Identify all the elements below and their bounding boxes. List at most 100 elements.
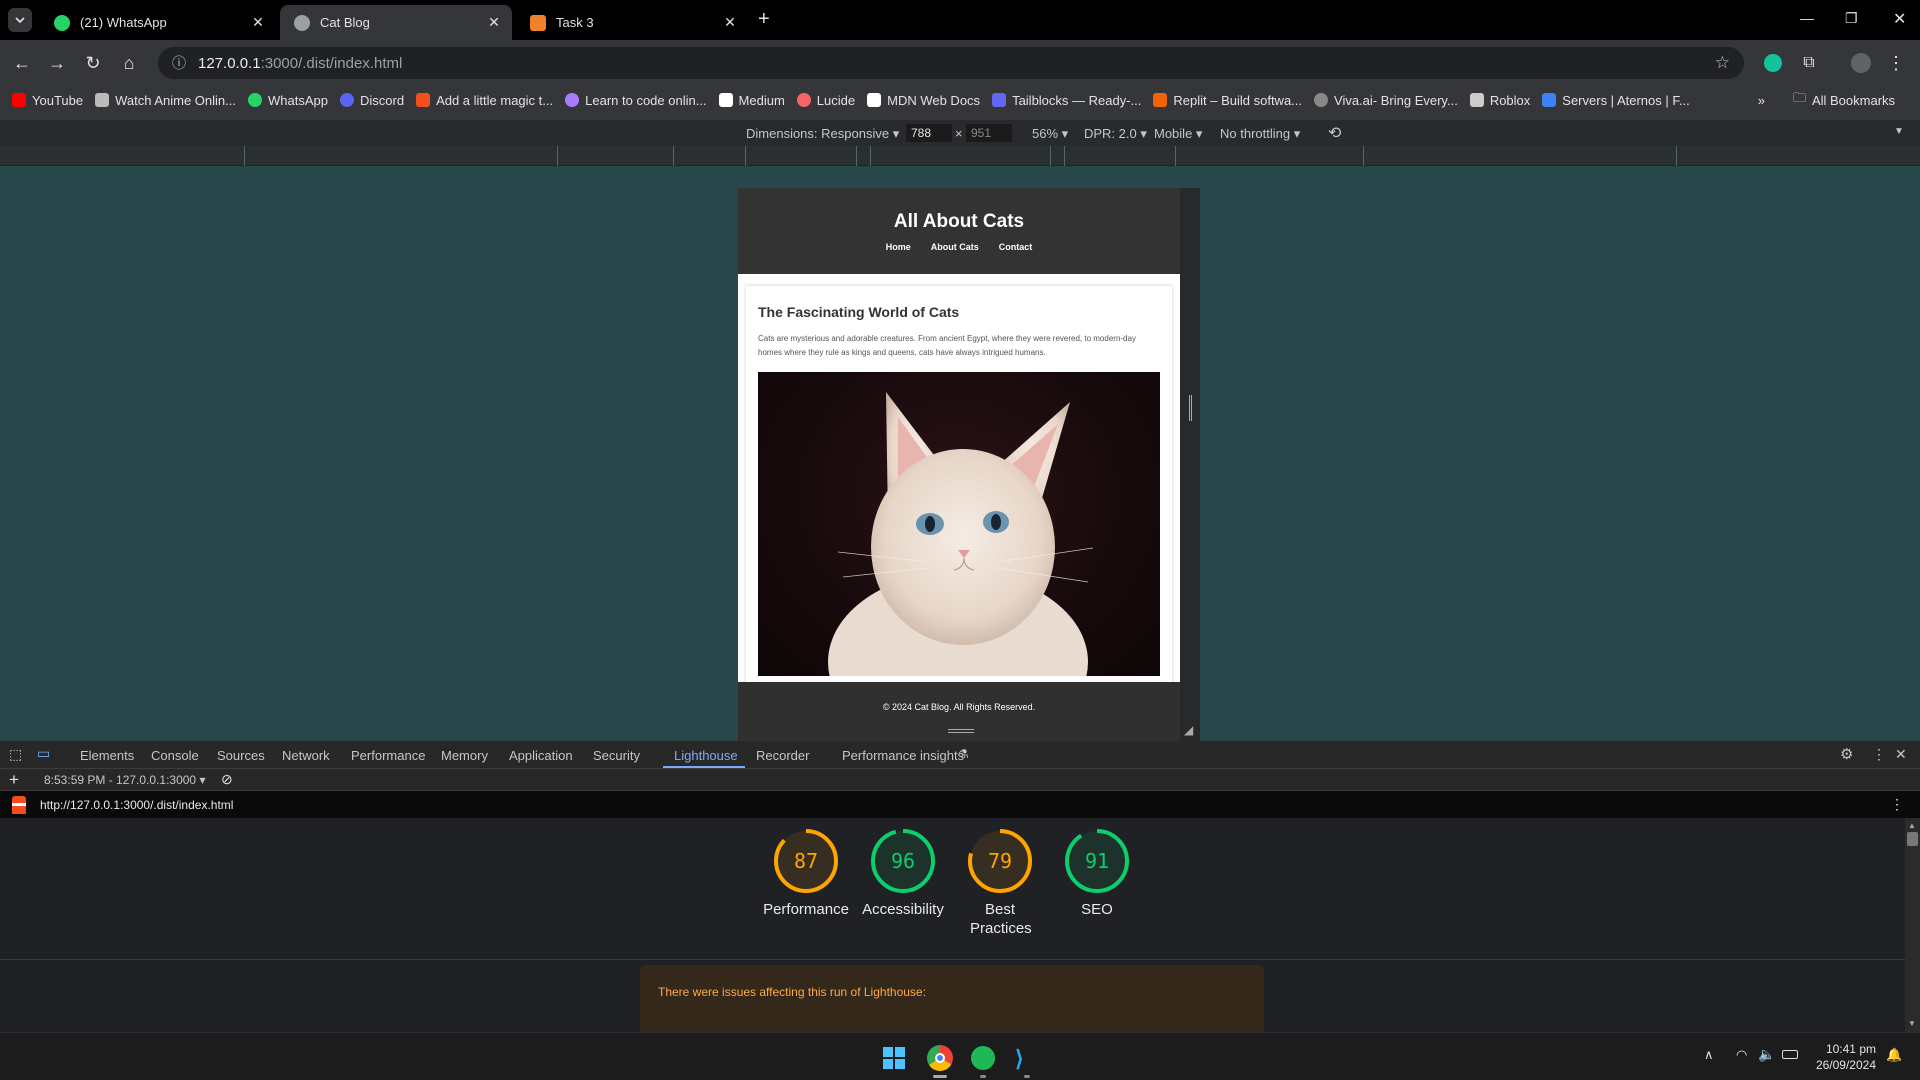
device-resize-handle-right[interactable] xyxy=(1180,188,1200,741)
report-run-selector[interactable]: 8:53:59 PM - 127.0.0.1:3000 ▾ xyxy=(44,773,205,787)
site-info-icon[interactable]: ⓘ xyxy=(172,53,186,73)
restore-button[interactable]: ❐ xyxy=(1845,10,1858,27)
back-button[interactable]: ← xyxy=(9,50,35,76)
dpr-dropdown[interactable]: DPR: 2.0 ▾ xyxy=(1084,126,1147,142)
grammarly-extension-icon[interactable] xyxy=(1760,50,1786,76)
tab-performance-insights[interactable]: Performance insights xyxy=(842,748,964,763)
bookmark-lucide[interactable]: Lucide xyxy=(796,93,855,108)
rotate-icon[interactable]: ⟲ xyxy=(1328,123,1341,143)
nav-link-contact[interactable]: Contact xyxy=(999,242,1033,252)
tailblocks-icon xyxy=(992,93,1007,107)
tab-lighthouse[interactable]: Lighthouse xyxy=(674,748,738,763)
devtools-menu-icon[interactable]: ⋮ xyxy=(1872,746,1886,763)
zoom-dropdown[interactable]: 56% ▾ xyxy=(1032,126,1068,142)
clock[interactable]: 10:41 pm 26/09/2024 xyxy=(1812,1041,1876,1073)
forward-button[interactable]: → xyxy=(44,50,70,76)
scroll-thumb[interactable] xyxy=(1907,832,1918,846)
new-report-plus-icon[interactable]: + xyxy=(9,770,19,790)
lighthouse-toolbar: + 8:53:59 PM - 127.0.0.1:3000 ▾ ⊘ xyxy=(0,769,1920,791)
resize-corner-icon[interactable]: ◢ xyxy=(1184,723,1193,737)
bookmark-replit[interactable]: Replit – Build softwa... xyxy=(1153,93,1302,108)
gauge-seo[interactable]: 91 SEO xyxy=(1049,828,1145,919)
bookmark-learn-code[interactable]: Learn to code onlin... xyxy=(565,93,707,108)
run-selector-label: 8:53:59 PM - 127.0.0.1:3000 xyxy=(44,773,197,787)
bookmark-anime[interactable]: Watch Anime Onlin... xyxy=(95,93,236,108)
close-tab-icon[interactable]: ✕ xyxy=(484,14,504,31)
notification-bell-icon[interactable]: 🔔 xyxy=(1886,1047,1902,1063)
close-devtools-icon[interactable]: ✕ xyxy=(1895,746,1907,763)
dimensions-dropdown[interactable]: Dimensions: Responsive ▾ xyxy=(746,126,899,142)
wifi-icon[interactable]: ◠ xyxy=(1736,1047,1747,1063)
close-tab-icon[interactable]: ✕ xyxy=(720,14,740,31)
all-bookmarks-button[interactable]: 🗀 All Bookmarks xyxy=(1793,89,1895,111)
nav-link-home[interactable]: Home xyxy=(886,242,911,252)
report-menu-icon[interactable]: ⋮ xyxy=(1890,796,1904,813)
menu-kebab-icon[interactable]: ⋮ xyxy=(1883,50,1909,76)
tab-application[interactable]: Application xyxy=(509,748,573,763)
throttling-dropdown[interactable]: No throttling ▾ xyxy=(1220,126,1300,142)
bookmark-discord[interactable]: Discord xyxy=(339,93,404,108)
tab-performance[interactable]: Performance xyxy=(351,748,425,763)
clear-reports-icon[interactable]: ⊘ xyxy=(221,771,233,788)
ruler-tick xyxy=(1064,146,1065,166)
extensions-icon[interactable]: ⧉ xyxy=(1796,50,1822,76)
chrome-taskbar-icon[interactable] xyxy=(927,1045,953,1071)
device-toggle-icon[interactable]: ▭ xyxy=(37,745,50,762)
code-icon xyxy=(565,93,580,107)
tab-recorder[interactable]: Recorder xyxy=(756,748,809,763)
tab-console[interactable]: Console xyxy=(151,748,199,763)
minimize-button[interactable]: — xyxy=(1800,10,1814,26)
bookmark-viva[interactable]: Viva.ai- Bring Every... xyxy=(1314,93,1458,108)
tab-network[interactable]: Network xyxy=(282,748,330,763)
home-button[interactable]: ⌂ xyxy=(116,50,142,76)
bookmark-star-icon[interactable]: ☆ xyxy=(1715,53,1730,73)
chrome-running-indicator xyxy=(933,1075,947,1078)
vscode-taskbar-icon[interactable]: ⟩ xyxy=(1015,1046,1024,1072)
viewport-width-input[interactable] xyxy=(906,124,952,142)
new-tab-button[interactable]: + xyxy=(758,8,770,31)
battery-icon[interactable] xyxy=(1782,1050,1798,1059)
tab-task-3[interactable]: Task 3 ✕ xyxy=(516,5,748,40)
windows-start-icon[interactable] xyxy=(883,1047,905,1069)
tray-overflow-chevron-icon[interactable]: ∧ xyxy=(1704,1047,1714,1063)
bookmark-mdn[interactable]: MDN Web Docs xyxy=(867,93,980,108)
score-ring: 91 xyxy=(1065,829,1129,893)
viewport-height-input[interactable] xyxy=(966,124,1012,142)
report-scrollbar[interactable]: ▲ ▼ xyxy=(1905,818,1920,1032)
bookmark-aternos[interactable]: Servers | Aternos | F... xyxy=(1542,93,1690,108)
tab-sources[interactable]: Sources xyxy=(217,748,265,763)
volume-icon[interactable]: 🔈 xyxy=(1758,1046,1775,1063)
nav-link-about-cats[interactable]: About Cats xyxy=(931,242,979,252)
scroll-down-arrow-icon[interactable]: ▼ xyxy=(1908,1019,1916,1028)
gauge-performance[interactable]: 87 Performance xyxy=(758,828,854,919)
gauge-accessibility[interactable]: 96 Accessibility xyxy=(855,828,951,919)
tab-elements[interactable]: Elements xyxy=(80,748,134,763)
gauge-best-practices[interactable]: 79 Best Practices xyxy=(952,828,1048,938)
device-type-dropdown[interactable]: Mobile ▾ xyxy=(1154,126,1202,142)
profile-avatar[interactable] xyxy=(1848,50,1874,76)
settings-gear-icon[interactable]: ⚙ xyxy=(1840,745,1853,763)
report-url[interactable]: http://127.0.0.1:3000/.dist/index.html xyxy=(40,798,233,812)
bookmark-figma[interactable]: Add a little magic t... xyxy=(416,93,553,108)
more-bookmarks-chevron-icon[interactable]: » xyxy=(1758,93,1765,108)
tab-whatsapp[interactable]: (21) WhatsApp ✕ xyxy=(40,5,276,40)
inspect-element-icon[interactable]: ⬚ xyxy=(9,746,22,763)
more-options-chevron-icon[interactable]: ▼ xyxy=(1894,126,1904,137)
device-resize-handle-bottom[interactable] xyxy=(948,729,974,733)
tab-memory[interactable]: Memory xyxy=(441,748,488,763)
close-tab-icon[interactable]: ✕ xyxy=(248,14,268,31)
spotify-taskbar-icon[interactable] xyxy=(971,1046,995,1070)
tab-search-button[interactable] xyxy=(8,8,32,32)
bookmark-whatsapp[interactable]: WhatsApp xyxy=(248,93,328,108)
bookmark-youtube[interactable]: YouTube xyxy=(12,93,83,108)
active-tab-underline xyxy=(663,766,745,768)
tab-security[interactable]: Security xyxy=(593,748,640,763)
bookmark-tailblocks[interactable]: Tailblocks — Ready-... xyxy=(992,93,1141,108)
tab-cat-blog[interactable]: Cat Blog ✕ xyxy=(280,5,512,40)
reload-button[interactable]: ↻ xyxy=(80,50,106,76)
scroll-up-arrow-icon[interactable]: ▲ xyxy=(1908,821,1916,830)
close-window-button[interactable]: ✕ xyxy=(1893,9,1906,29)
bookmark-roblox[interactable]: Roblox xyxy=(1469,93,1530,108)
address-bar[interactable]: ⓘ 127.0.0.1:3000/.dist/index.html ☆ xyxy=(158,47,1744,79)
bookmark-medium[interactable]: Medium xyxy=(718,93,785,108)
